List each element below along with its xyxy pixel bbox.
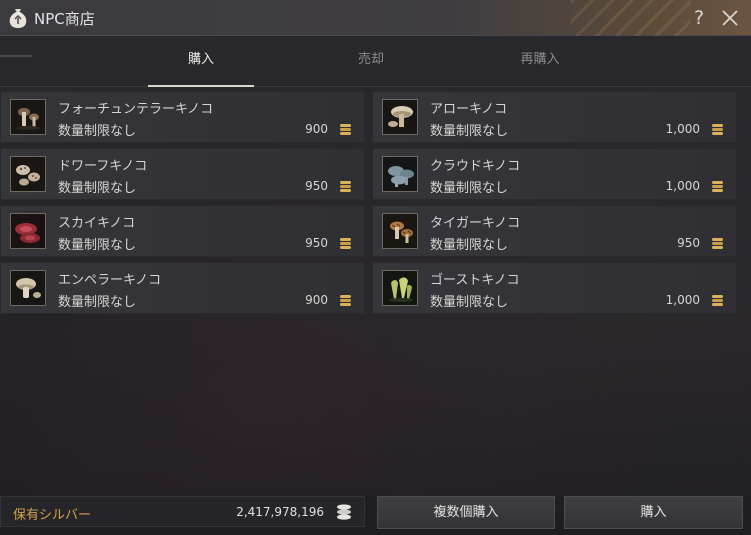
item-limit: 数量制限なし — [430, 238, 509, 253]
shop-item[interactable]: タイガーキノコ 数量制限なし 950 — [372, 205, 737, 257]
title-bar-decoration — [571, 0, 691, 36]
silver-coin-icon — [337, 504, 351, 520]
item-price: 950 — [305, 179, 328, 193]
shop-item[interactable]: フォーチュンテラーキノコ 数量制限なし 900 — [0, 91, 365, 143]
silver-coin-icon — [712, 181, 723, 192]
fortune-teller-mushroom-icon — [10, 99, 46, 135]
silver-label: 保有シルバー — [13, 508, 92, 523]
item-price: 900 — [305, 293, 328, 307]
item-name: ドワーフキノコ — [58, 159, 148, 174]
item-limit: 数量制限なし — [58, 238, 137, 253]
item-price: 1,000 — [665, 179, 700, 193]
item-limit: 数量制限なし — [430, 124, 509, 139]
silver-balance: 保有シルバー 2,417,978,196 — [0, 496, 365, 527]
shop-item[interactable]: スカイキノコ 数量制限なし 950 — [0, 205, 365, 257]
item-limit: 数量制限なし — [430, 181, 509, 196]
shop-item[interactable]: ゴーストキノコ 数量制限なし 1,000 — [372, 262, 737, 314]
title-bar[interactable]: NPC商店 ? — [0, 0, 751, 36]
silver-coin-icon — [712, 295, 723, 306]
item-price: 900 — [305, 122, 328, 136]
item-price: 1,000 — [665, 293, 700, 307]
shop-item[interactable]: ドワーフキノコ 数量制限なし 950 — [0, 148, 365, 200]
tab-sell[interactable]: 売却 — [311, 37, 431, 87]
shop-item[interactable]: エンペラーキノコ 数量制限なし 900 — [0, 262, 365, 314]
dwarf-mushroom-icon — [10, 156, 46, 192]
item-name: クラウドキノコ — [430, 159, 521, 174]
shop-item[interactable]: クラウドキノコ 数量制限なし 1,000 — [372, 148, 737, 200]
window-title: NPC商店 — [34, 10, 95, 28]
multi-buy-button[interactable]: 複数個購入 — [377, 496, 555, 529]
silver-coin-icon — [712, 238, 723, 249]
ghost-mushroom-icon — [382, 270, 418, 306]
silver-coin-icon — [340, 295, 351, 306]
shop-item[interactable]: アローキノコ 数量制限なし 1,000 — [372, 91, 737, 143]
item-limit: 数量制限なし — [58, 124, 137, 139]
cloud-mushroom-icon — [382, 156, 418, 192]
item-limit: 数量制限なし — [430, 295, 509, 310]
item-price: 950 — [677, 236, 700, 250]
arrow-mushroom-icon — [382, 99, 418, 135]
buy-button[interactable]: 購入 — [564, 496, 743, 529]
help-button[interactable]: ? — [688, 5, 710, 31]
money-bag-icon — [9, 9, 27, 28]
sky-mushroom-icon — [10, 213, 46, 249]
item-limit: 数量制限なし — [58, 295, 137, 310]
item-name: エンペラーキノコ — [58, 273, 162, 288]
tab-bar-decoration — [0, 55, 32, 57]
item-limit: 数量制限なし — [58, 181, 137, 196]
silver-coin-icon — [712, 124, 723, 135]
silver-coin-icon — [340, 238, 351, 249]
shop-footer: 保有シルバー 2,417,978,196 複数個購入 購入 — [0, 496, 751, 535]
shop-tabs: 購入 売却 再購入 — [0, 37, 751, 87]
item-name: アローキノコ — [430, 102, 508, 117]
silver-amount: 2,417,978,196 — [236, 505, 324, 519]
tiger-mushroom-icon — [382, 213, 418, 249]
close-icon[interactable] — [718, 6, 742, 30]
tab-buy[interactable]: 購入 — [141, 37, 261, 87]
npc-shop-window: NPC商店 ? 購入 売却 再購入 フォーチュンテラーキノコ 数量制限なし 90… — [0, 0, 751, 535]
item-name: スカイキノコ — [58, 216, 136, 231]
item-price: 1,000 — [665, 122, 700, 136]
item-name: タイガーキノコ — [430, 216, 521, 231]
item-name: ゴーストキノコ — [430, 273, 520, 288]
emperor-mushroom-icon — [10, 270, 46, 306]
tab-rebuy[interactable]: 再購入 — [480, 37, 600, 87]
item-name: フォーチュンテラーキノコ — [58, 102, 214, 117]
silver-coin-icon — [340, 181, 351, 192]
silver-coin-icon — [340, 124, 351, 135]
item-price: 950 — [305, 236, 328, 250]
